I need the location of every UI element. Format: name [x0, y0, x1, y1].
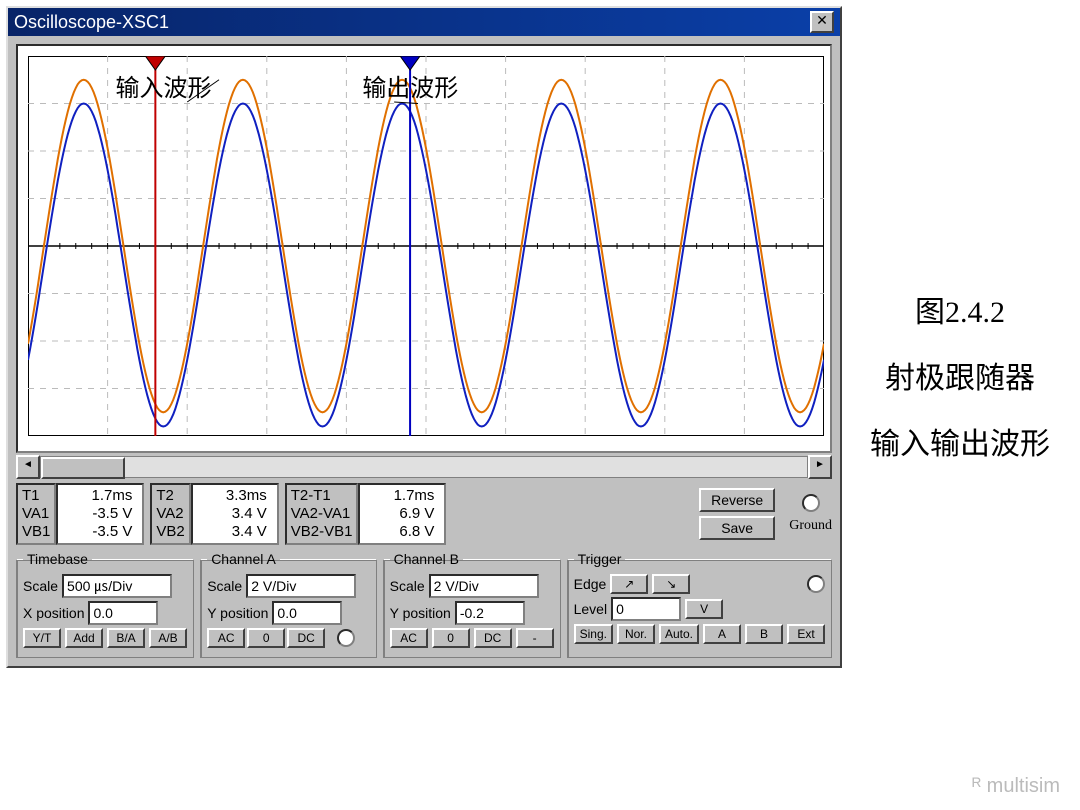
dvb-value: 6.8 V	[364, 523, 434, 541]
chb-legend: Channel B	[390, 551, 463, 567]
close-icon[interactable]: ✕	[810, 11, 834, 33]
level-label: Level	[574, 601, 607, 617]
delta-block: T2-T1 VA2-VA1 VB2-VB1 1.7ms 6.9 V 6.8 V	[285, 483, 447, 545]
va1-label: VA1	[22, 505, 50, 523]
trigger-level-input[interactable]	[611, 597, 681, 621]
cursor2-block: T2 VA2 VB2 3.3ms 3.4 V 3.4 V	[150, 483, 278, 545]
tb-scale-label: Scale	[23, 578, 58, 594]
chb-ac-button[interactable]: AC	[390, 628, 428, 648]
window-title: Oscilloscope-XSC1	[14, 12, 169, 33]
titlebar[interactable]: Oscilloscope-XSC1 ✕	[8, 8, 840, 36]
va2-value: 3.4 V	[197, 505, 267, 523]
dt-value: 1.7ms	[364, 487, 434, 505]
channel-b-panel: Channel B Scale Y position AC0DC-	[383, 551, 561, 658]
cha-0-button[interactable]: 0	[247, 628, 285, 648]
trigger-legend: Trigger	[574, 551, 626, 567]
chb--button[interactable]: -	[516, 628, 554, 648]
chb-scale-input[interactable]	[429, 574, 539, 598]
chb-scale-label: Scale	[390, 578, 425, 594]
trigger-panel: Trigger Edge ↗ ↘ Level V Sing.Nor.Auto.A…	[567, 551, 832, 658]
timebase-scale-input[interactable]	[62, 574, 172, 598]
caption-line3: 输入输出波形	[850, 412, 1070, 478]
waveform-canvas: 输入波形 输出波形	[28, 56, 824, 436]
channel-a-panel: Channel A Scale Y position AC0DC	[200, 551, 376, 658]
cha-indicator	[337, 629, 355, 647]
cha-ypos-label: Y position	[207, 605, 268, 621]
ground-label: Ground	[789, 518, 832, 534]
trigger-auto-button[interactable]: Auto.	[659, 624, 699, 644]
dt-label: T2-T1	[291, 487, 353, 505]
scroll-right-icon[interactable]: ►	[808, 455, 832, 479]
cha-scale-label: Scale	[207, 578, 242, 594]
svg-text:输入波形: 输入波形	[116, 75, 212, 102]
va1-value: -3.5 V	[62, 505, 132, 523]
t2-label: T2	[156, 487, 184, 505]
reverse-button[interactable]: Reverse	[699, 488, 775, 512]
oscilloscope-window: Oscilloscope-XSC1 ✕ 输入波形 输出波形 ◄ ► T1 VA1 …	[6, 6, 842, 668]
trigger-a-button[interactable]: A	[703, 624, 741, 644]
chb-dc-button[interactable]: DC	[474, 628, 512, 648]
chb-ypos-input[interactable]	[455, 601, 525, 625]
ground-radio[interactable]	[802, 494, 820, 512]
chb-0-button[interactable]: 0	[432, 628, 470, 648]
cha-ac-button[interactable]: AC	[207, 628, 245, 648]
timebase-yt-button[interactable]: Y/T	[23, 628, 61, 648]
dvb-label: VB2-VB1	[291, 523, 353, 541]
cha-scale-input[interactable]	[246, 574, 356, 598]
trigger-nor-button[interactable]: Nor.	[617, 624, 655, 644]
dva-value: 6.9 V	[364, 505, 434, 523]
cha-ypos-input[interactable]	[272, 601, 342, 625]
vb2-label: VB2	[156, 523, 184, 541]
timebase-ba-button[interactable]: B/A	[107, 628, 145, 648]
horizontal-scrollbar[interactable]: ◄ ►	[16, 457, 832, 477]
timebase-legend: Timebase	[23, 551, 92, 567]
tb-xpos-label: X position	[23, 605, 84, 621]
level-unit[interactable]: V	[685, 599, 723, 619]
edge-label: Edge	[574, 576, 607, 592]
chb-ypos-label: Y position	[390, 605, 451, 621]
t2-value: 3.3ms	[197, 487, 267, 505]
trigger-ext-button[interactable]: Ext	[787, 624, 825, 644]
caption-line1: 图2.4.2	[850, 280, 1070, 346]
svg-text:输出波形: 输出波形	[362, 75, 458, 102]
dva-label: VA2-VA1	[291, 505, 353, 523]
t1-label: T1	[22, 487, 50, 505]
timebase-xpos-input[interactable]	[88, 601, 158, 625]
scroll-left-icon[interactable]: ◄	[16, 455, 40, 479]
edge-rising-button[interactable]: ↗	[610, 574, 648, 594]
trigger-sing-button[interactable]: Sing.	[574, 624, 613, 644]
cursor1-block: T1 VA1 VB1 1.7ms -3.5 V -3.5 V	[16, 483, 144, 545]
edge-falling-button[interactable]: ↘	[652, 574, 690, 594]
timebase-add-button[interactable]: Add	[65, 628, 103, 648]
scroll-track[interactable]	[40, 456, 808, 478]
vb2-value: 3.4 V	[197, 523, 267, 541]
timebase-ab-button[interactable]: A/B	[149, 628, 187, 648]
control-panels: Timebase Scale X position Y/TAddB/AA/B C…	[16, 551, 832, 658]
scope-display: 输入波形 输出波形	[16, 44, 832, 453]
trigger-indicator	[807, 575, 825, 593]
cha-legend: Channel A	[207, 551, 280, 567]
caption-line2: 射极跟随器	[850, 346, 1070, 412]
trigger-b-button[interactable]: B	[745, 624, 783, 644]
watermark: ᴿ multisim	[972, 775, 1060, 798]
va2-label: VA2	[156, 505, 184, 523]
t1-value: 1.7ms	[62, 487, 132, 505]
save-button[interactable]: Save	[699, 516, 775, 540]
vb1-value: -3.5 V	[62, 523, 132, 541]
cha-dc-button[interactable]: DC	[287, 628, 325, 648]
timebase-panel: Timebase Scale X position Y/TAddB/AA/B	[16, 551, 194, 658]
figure-caption: 图2.4.2 射极跟随器 输入输出波形	[850, 280, 1070, 478]
scroll-thumb[interactable]	[41, 457, 125, 479]
vb1-label: VB1	[22, 523, 50, 541]
cursor-readouts: T1 VA1 VB1 1.7ms -3.5 V -3.5 V T2 VA2 VB…	[16, 483, 832, 545]
